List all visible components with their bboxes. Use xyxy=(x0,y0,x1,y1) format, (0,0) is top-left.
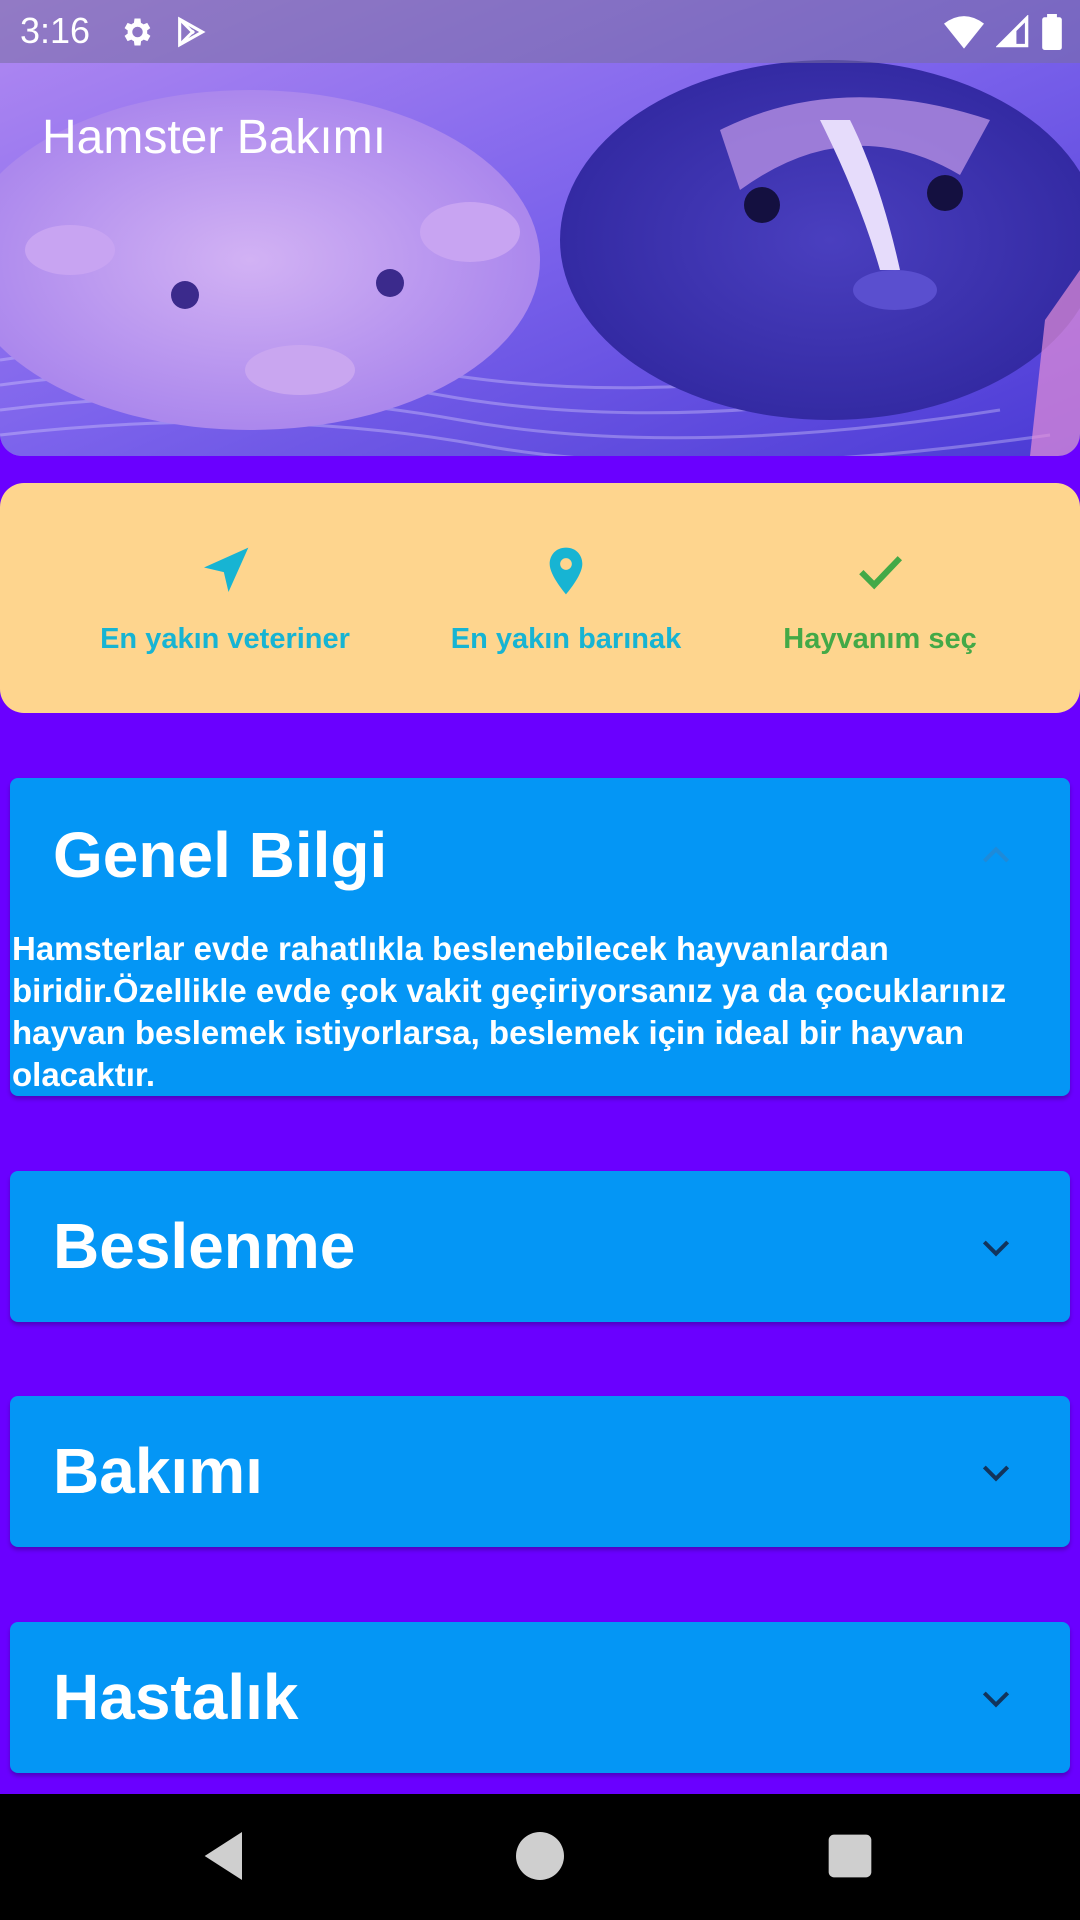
gear-icon xyxy=(124,18,151,46)
status-time: 3:16 xyxy=(20,10,91,51)
nearest-vet-button[interactable]: En yakın veteriner xyxy=(65,483,385,713)
section-bakimi[interactable]: Bakımı xyxy=(10,1396,1070,1547)
section-genel-bilgi[interactable]: Genel Bilgi Hamsterlar evde rahatlıkla b… xyxy=(10,778,1070,1096)
choose-pet-button[interactable]: Hayvanım seç xyxy=(720,483,1040,713)
location-pin-icon xyxy=(549,547,583,595)
status-bar: 3:16 xyxy=(0,0,1080,63)
play-store-icon xyxy=(178,16,206,48)
app-title: Hamster Bakımı xyxy=(42,111,387,164)
navigation-bar xyxy=(0,1794,1080,1920)
quick-actions-card: En yakın veteriner En yakın barınak Hayv… xyxy=(0,483,1080,713)
chevron-up-icon[interactable] xyxy=(976,836,1016,876)
battery-icon xyxy=(1042,14,1062,50)
nearest-shelter-button[interactable]: En yakın barınak xyxy=(406,483,726,713)
section-title: Bakımı xyxy=(53,1435,263,1507)
nearest-vet-label: En yakın veteriner xyxy=(100,623,350,655)
guinea-pigs-photo xyxy=(0,0,1080,456)
signal-icon xyxy=(996,15,1029,48)
section-beslenme[interactable]: Beslenme xyxy=(10,1171,1070,1322)
choose-pet-label: Hayvanım seç xyxy=(783,623,977,655)
wifi-icon xyxy=(944,16,984,49)
header-banner: 3:16 Hamster Bakımı xyxy=(0,0,1080,456)
section-title: Beslenme xyxy=(53,1210,356,1282)
section-title: Genel Bilgi xyxy=(53,819,388,891)
check-icon xyxy=(859,556,903,590)
chevron-down-icon[interactable] xyxy=(976,1227,1016,1267)
section-title: Hastalık xyxy=(53,1661,299,1733)
chevron-down-icon[interactable] xyxy=(976,1452,1016,1492)
chevron-down-icon[interactable] xyxy=(976,1678,1016,1718)
navigation-arrow-icon xyxy=(204,547,249,592)
home-icon[interactable] xyxy=(508,1824,572,1888)
section-body: Hamsterlar evde rahatlıkla beslenebilece… xyxy=(12,930,1007,1093)
section-hastalik[interactable]: Hastalık xyxy=(10,1622,1070,1773)
back-icon[interactable] xyxy=(194,1824,258,1888)
recents-icon[interactable] xyxy=(818,1824,882,1888)
nearest-shelter-label: En yakın barınak xyxy=(450,623,682,655)
